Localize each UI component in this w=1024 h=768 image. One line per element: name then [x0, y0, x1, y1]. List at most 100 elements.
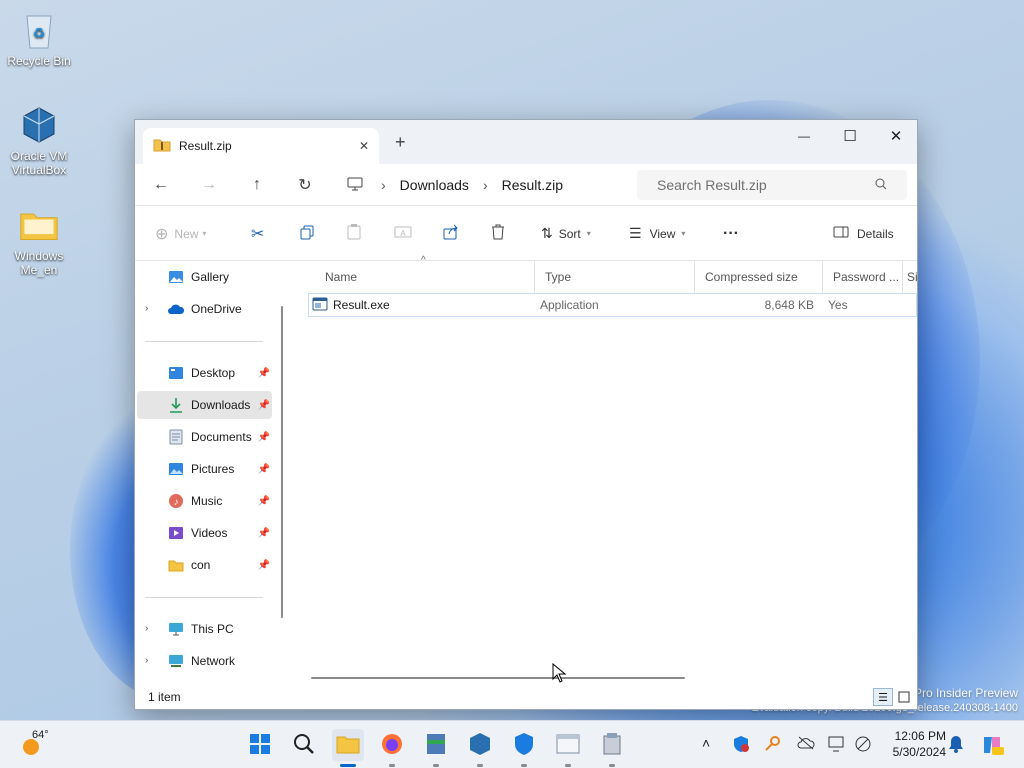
chevron-down-icon: ▾: [202, 229, 207, 238]
taskbar-installer[interactable]: [596, 729, 628, 767]
file-password-cell: Yes: [828, 298, 848, 312]
paste-button[interactable]: [347, 206, 361, 261]
pin-icon[interactable]: 📌: [258, 560, 270, 571]
tray-defender-icon[interactable]: [732, 735, 750, 756]
column-header-size[interactable]: Si: [903, 261, 917, 293]
pin-icon[interactable]: 📌: [258, 432, 270, 443]
tray-key-icon[interactable]: [764, 735, 782, 756]
chevron-right-icon: ›: [381, 177, 386, 193]
desktop-icon-recycle-bin[interactable]: ♻ Recycle Bin: [3, 10, 75, 68]
shield-icon: [513, 732, 535, 759]
pin-icon[interactable]: 📌: [258, 400, 270, 411]
taskbar-winrar[interactable]: [420, 729, 452, 767]
running-indicator: [609, 764, 615, 767]
share-icon: [443, 224, 459, 243]
refresh-button[interactable]: ↻: [281, 175, 329, 195]
column-header-name[interactable]: Name: [315, 261, 535, 293]
pin-icon[interactable]: 📌: [258, 464, 270, 475]
address-bar-row: ← → ↑ ↻ › Downloads › Result.zip Search …: [135, 164, 917, 206]
column-header-password[interactable]: Password ...: [823, 261, 903, 293]
pin-icon[interactable]: 📌: [258, 368, 270, 379]
sidebar-item-music[interactable]: ♪ Music 📌: [137, 487, 272, 515]
table-row[interactable]: Result.exe Application 8,648 KB Yes: [308, 293, 917, 317]
search-icon: [875, 177, 887, 193]
trash-icon: [491, 224, 505, 243]
monitor-icon[interactable]: [347, 177, 363, 194]
clock[interactable]: 12:06 PM 5/30/2024: [880, 728, 946, 760]
sidebar-item-desktop[interactable]: Desktop 📌: [137, 359, 272, 387]
new-tab-button[interactable]: +: [395, 132, 406, 153]
navigation-pane-scrollbar[interactable]: [281, 306, 283, 618]
firefox-icon: [380, 732, 404, 759]
back-button[interactable]: ←: [137, 176, 185, 194]
desktop-icon-virtualbox[interactable]: Oracle VM VirtualBox: [3, 105, 75, 177]
this-pc-icon: [167, 621, 185, 637]
sidebar-item-network[interactable]: Network: [137, 647, 272, 675]
tray-network-icon[interactable]: [854, 735, 872, 756]
sidebar-divider: [145, 597, 263, 598]
sidebar-item-this-pc[interactable]: This PC: [137, 615, 272, 643]
taskbar-firefox[interactable]: [376, 729, 408, 767]
tray-cloud-offline-icon[interactable]: [796, 735, 816, 754]
watermark-line-1: Pro Insider Preview: [913, 686, 1018, 700]
desktop-icon-windows-me-folder[interactable]: Windows Me_en: [3, 205, 75, 277]
delete-button[interactable]: [491, 206, 505, 261]
details-pane-button[interactable]: Details: [833, 206, 894, 261]
forward-button[interactable]: →: [185, 176, 233, 194]
maximize-button[interactable]: ☐: [827, 120, 873, 152]
sort-button[interactable]: ⇅ Sort ▾: [541, 206, 591, 261]
cut-button[interactable]: ✂: [251, 206, 264, 261]
close-button[interactable]: ✕: [873, 120, 919, 152]
share-button[interactable]: [443, 206, 459, 261]
taskbar-search-button[interactable]: [288, 729, 320, 761]
pin-icon[interactable]: 📌: [258, 528, 270, 539]
copy-button[interactable]: [299, 206, 315, 261]
sidebar-item-videos[interactable]: Videos 📌: [137, 519, 272, 547]
svg-text:♻: ♻: [33, 25, 46, 41]
sidebar-item-pictures[interactable]: Pictures 📌: [137, 455, 272, 483]
minimize-button[interactable]: —: [781, 120, 827, 152]
show-hidden-icons-chevron-up-icon[interactable]: ˄: [702, 735, 710, 751]
rename-button[interactable]: A: [394, 206, 412, 261]
sidebar-item-documents[interactable]: Documents 📌: [137, 423, 272, 451]
taskbar-security[interactable]: [508, 729, 540, 767]
running-indicator: [389, 764, 395, 767]
folder-icon: [167, 557, 185, 573]
videos-icon: [167, 525, 185, 541]
folder-icon: [336, 734, 360, 757]
tray-display-icon[interactable]: [828, 735, 846, 756]
file-type-cell: Application: [540, 298, 599, 312]
details-view-toggle[interactable]: ☰: [873, 688, 893, 706]
copilot-icon[interactable]: [980, 733, 1004, 760]
tiles-view-toggle[interactable]: [895, 688, 913, 706]
chevron-down-icon: ▾: [681, 229, 686, 238]
command-bar: ⊕ New ▾ ✂ A ⇅ Sort ▾ ☰ View ▾ ··· Detail…: [135, 206, 917, 261]
new-button[interactable]: ⊕ New ▾: [155, 206, 206, 261]
svg-text:A: A: [400, 229, 406, 238]
sidebar-item-downloads[interactable]: Downloads 📌: [137, 391, 272, 419]
running-indicator: [433, 764, 439, 767]
horizontal-scrollbar[interactable]: [311, 677, 685, 679]
notification-bell-icon[interactable]: [948, 735, 964, 756]
start-button[interactable]: [244, 729, 276, 761]
tab-close-icon[interactable]: ✕: [359, 139, 369, 153]
taskbar-file-explorer[interactable]: [332, 729, 364, 767]
breadcrumb-result-zip[interactable]: Result.zip: [502, 177, 563, 193]
column-header-type[interactable]: Type: [535, 261, 695, 293]
up-button[interactable]: ↑: [233, 176, 281, 194]
view-button[interactable]: ☰ View ▾: [629, 206, 685, 261]
taskbar-app-window[interactable]: [552, 729, 584, 767]
column-header-compressed-size[interactable]: Compressed size: [695, 261, 823, 293]
running-indicator: [565, 764, 571, 767]
sidebar-item-gallery[interactable]: Gallery: [137, 263, 272, 291]
weather-widget[interactable]: 64°: [18, 727, 68, 763]
pin-icon[interactable]: 📌: [258, 496, 270, 507]
tab-result-zip[interactable]: Result.zip ✕: [143, 128, 379, 164]
breadcrumb-downloads[interactable]: Downloads: [400, 177, 469, 193]
status-bar: 1 item ☰: [135, 685, 917, 709]
taskbar-virtualbox[interactable]: [464, 729, 496, 767]
sidebar-item-onedrive[interactable]: OneDrive: [137, 295, 272, 323]
see-more-button[interactable]: ···: [723, 206, 739, 261]
sidebar-item-con[interactable]: con 📌: [137, 551, 272, 579]
search-input[interactable]: Search Result.zip: [637, 170, 907, 200]
